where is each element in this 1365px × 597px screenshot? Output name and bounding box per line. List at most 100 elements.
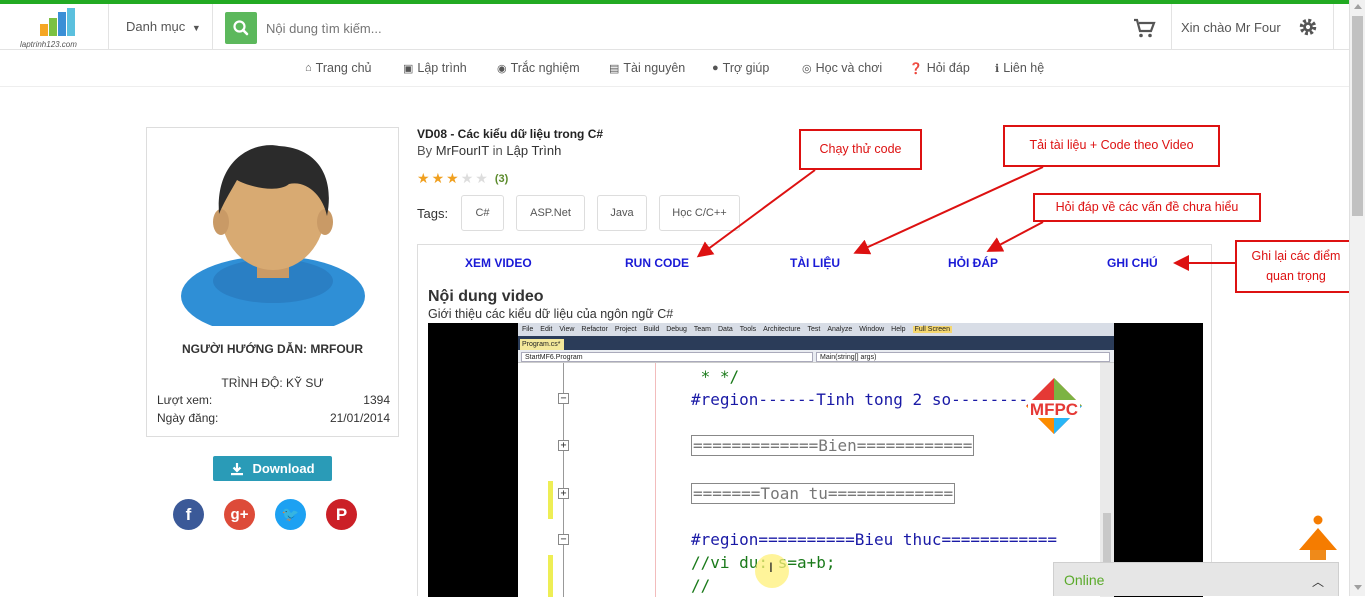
search-input[interactable] [257,12,957,44]
nav-item-home[interactable]: ⌂ Trang chủ [305,61,371,75]
user-greeting[interactable]: Xin chào Mr Four [1181,20,1281,35]
ide-class-combo: StartMF6.Program [521,352,813,362]
download-label: Download [252,461,315,476]
page-scrollbar[interactable] [1349,0,1365,596]
callout-documents: Tải tài liệu + Code theo Video [1003,125,1220,167]
search-icon [233,20,249,36]
chevron-up-icon[interactable]: ︿ [1312,573,1324,590]
scroll-down-arrow-icon[interactable] [1354,585,1362,590]
tab-documents[interactable]: TÀI LIỆU [790,256,840,270]
mfpc-logo-text: MFPC [1030,400,1078,419]
tab-qa[interactable]: HỎI ĐÁP [948,256,998,270]
nav-item-qa[interactable]: ❓ Hỏi đáp [909,61,970,75]
tag-csharp[interactable]: C# [461,195,504,231]
ide-menu-item: Team [693,326,711,333]
ide-method-combo: Main(string[] args) [816,352,1110,362]
star-icon[interactable]: ★ [475,170,488,188]
facebook-glyph: f [185,504,192,524]
facebook-icon[interactable]: f [173,499,204,530]
scroll-to-top-icon[interactable] [1298,514,1338,562]
ide-menu-item: Tools [739,326,757,333]
star-icon[interactable]: ★ [432,170,445,188]
chat-icon: ● [712,62,719,74]
tag-aspnet[interactable]: ASP.Net [516,195,585,231]
ide-combos: StartMF6.Program Main(string[] args) [518,350,1114,363]
online-label: Online [1064,571,1105,588]
star-icon[interactable]: ★ [446,170,459,188]
ide-menu-item: View [559,326,575,333]
cart-icon[interactable] [1132,16,1156,40]
mentor-card: NGƯỜI HƯỚNG DẪN: MRFOUR TRÌNH ĐỘ: KỸ SƯ … [146,127,399,437]
date-row: Ngày đăng: 21/01/2014 [157,411,390,425]
book-icon: ▤ [609,62,620,75]
text-cursor-icon: I [769,559,773,575]
in-word: in [492,143,503,158]
google-plus-glyph: g+ [230,506,249,523]
gear-icon[interactable] [1297,16,1319,38]
author-link[interactable]: MrFourIT [436,143,489,158]
ide-margin-line [655,363,656,597]
caret-down-icon: ▼ [191,23,201,33]
ide-expand-icon: + [558,440,569,451]
content-heading: Nội dung video [428,288,544,305]
code-line: // [691,576,711,595]
header-divider [1333,4,1334,50]
arrow-documents [853,166,1044,255]
download-button[interactable]: Download [213,456,332,481]
ide-menu-item: Debug [666,326,687,333]
nav-item-programming[interactable]: ▣ Lập trình [403,61,467,75]
category-dropdown[interactable]: Danh mục ▼ [126,19,201,34]
tag-c-cpp[interactable]: Học C/C++ [659,195,740,231]
google-plus-icon[interactable]: g+ [224,499,255,530]
code-icon: ▣ [403,62,414,75]
star-icon[interactable]: ★ [417,170,430,188]
site-logo[interactable]: laptrinh123.com [16,8,96,49]
nav-item-learn-play[interactable]: ◎ Học và chơi [802,61,882,75]
ide-menu-item: Project [614,326,637,333]
ide-menu-item: Refactor [581,326,608,333]
pinterest-glyph: P [335,504,348,524]
nav-item-help[interactable]: ● Trợ giúp [712,61,769,75]
star-icon[interactable]: ★ [461,170,474,188]
collapsed-region-box: =============Bien============ [691,435,975,456]
twitter-icon[interactable]: 🐦 [275,499,306,530]
ide-change-marker [548,481,553,519]
lesson-panel: XEM VIDEO RUN CODE TÀI LIỆU HỎI ĐÁP GHI … [417,244,1212,597]
ide-file-tab: Program.cs* [520,339,564,350]
ide-menu-item: Help [891,326,906,333]
ide-menu-item: Data [718,326,733,333]
ide-change-marker [548,555,553,597]
nav-item-label: Trắc nghiệm [510,61,580,75]
tab-notes[interactable]: GHI CHÚ [1107,256,1158,270]
category-link[interactable]: Lập Trình [506,143,561,158]
tab-watch-video[interactable]: XEM VIDEO [465,256,532,270]
quiz-icon: ◉ [497,62,507,75]
pinterest-icon[interactable]: P [326,499,357,530]
callout-run-code: Chạy thử code [799,129,922,170]
online-chat-bar[interactable]: Online ︿ [1053,562,1339,596]
logo-bars-icon [40,8,75,36]
ide-screenshot: File Edit View Refactor Project Build De… [518,323,1114,597]
date-value: 21/01/2014 [329,411,390,425]
code-line: #region------Tinh tong 2 so-------- [691,390,1029,409]
nav-item-contact[interactable]: ℹ Liên hệ [995,61,1044,75]
scroll-thumb[interactable] [1352,16,1363,216]
scroll-up-arrow-icon[interactable] [1354,4,1362,9]
video-player[interactable]: File Edit View Refactor Project Build De… [428,323,1203,597]
nav-item-quiz[interactable]: ◉ Trắc nghiệm [497,61,580,75]
views-label: Lượt xem: [157,393,213,407]
lesson-byline: By MrFourIT in Lập Trình [417,143,561,158]
rating-stars[interactable]: ★ ★ ★ ★ ★ (3) [417,170,508,188]
code-line: =============Bien============ [691,435,975,456]
collapsed-region-box: =======Toan tu============= [691,483,956,504]
tag-java[interactable]: Java [597,195,647,231]
tab-run-code[interactable]: RUN CODE [625,256,689,270]
main-nav: ⌂ Trang chủ ▣ Lập trình ◉ Trắc nghiệm ▤ Tài … [0,51,1349,87]
ide-collapse-icon: − [558,534,569,545]
nav-item-resources[interactable]: ▤ Tài nguyên [609,61,685,75]
nav-item-label: Trợ giúp [722,61,770,75]
by-prefix: By [417,143,433,158]
ide-menu-item: Edit [540,326,553,333]
search-button[interactable] [225,12,257,44]
nav-item-label: Hỏi đáp [926,61,970,75]
